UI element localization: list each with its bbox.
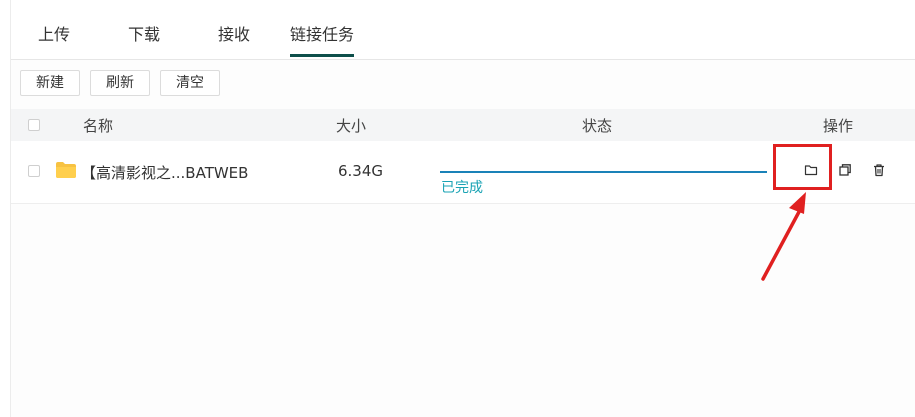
annotation-highlight-box — [773, 144, 832, 190]
trash-icon[interactable] — [871, 162, 887, 178]
transfer-panel: 上传 下载 接收 链接任务 新建 刷新 清空 名称 大小 状态 操作 【高清影视… — [10, 0, 915, 417]
header-status: 状态 — [582, 117, 613, 135]
tab-link-tasks[interactable]: 链接任务 — [290, 21, 355, 57]
table-header: 名称 大小 状态 操作 — [11, 109, 915, 141]
progress-bar — [440, 171, 767, 173]
header-actions: 操作 — [823, 117, 854, 135]
folder-icon — [56, 162, 76, 178]
status-badge: 已完成 — [441, 180, 483, 196]
file-name[interactable]: 【高清影视之...BATWEB — [81, 162, 248, 183]
header-name: 名称 — [83, 117, 114, 135]
clear-button[interactable]: 清空 — [160, 70, 220, 96]
header-size: 大小 — [336, 117, 367, 135]
tab-bar: 上传 下载 接收 链接任务 — [11, 0, 915, 60]
tab-download[interactable]: 下载 — [128, 21, 160, 57]
tab-receive[interactable]: 接收 — [218, 21, 250, 57]
row-checkbox[interactable] — [28, 165, 40, 177]
new-task-button[interactable]: 新建 — [20, 70, 80, 96]
refresh-button[interactable]: 刷新 — [90, 70, 150, 96]
select-all-checkbox[interactable] — [28, 119, 40, 131]
copy-icon[interactable] — [837, 162, 853, 178]
tab-upload[interactable]: 上传 — [38, 21, 70, 57]
file-size: 6.34G — [338, 162, 384, 180]
